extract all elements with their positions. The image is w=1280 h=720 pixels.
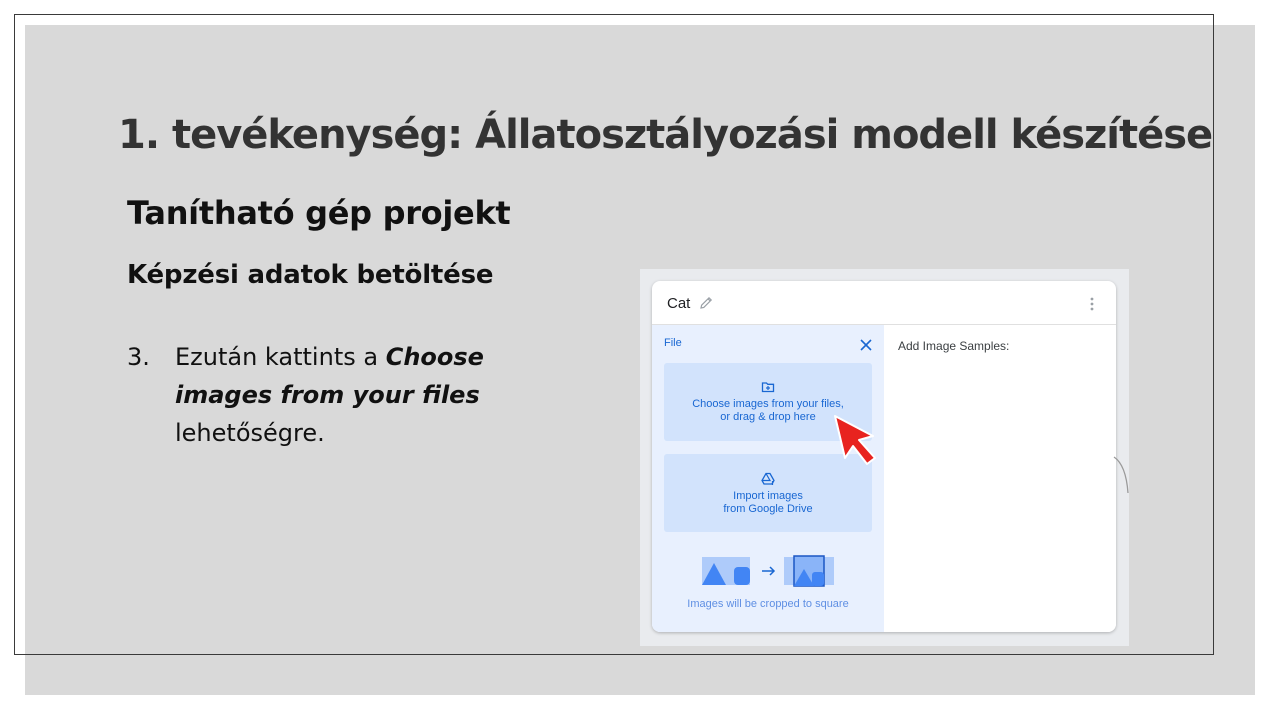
image-samples-pane: Add Image Samples: (884, 325, 1116, 632)
slide-subtitle: Tanítható gép projekt (127, 194, 511, 232)
pencil-icon[interactable] (698, 295, 714, 311)
folder-upload-icon (761, 382, 775, 393)
step-number: 3. (127, 343, 150, 371)
step-text-after: lehetőségre. (175, 419, 325, 447)
crop-caption: Images will be cropped to square (687, 598, 849, 610)
class-card-header: Cat (652, 281, 1116, 325)
choose-images-line1: Choose images from your files, (692, 398, 844, 410)
close-icon[interactable] (860, 339, 872, 351)
kebab-menu-icon[interactable] (1088, 296, 1096, 312)
red-pointer-arrow-icon (834, 415, 876, 465)
file-label: File (664, 337, 682, 349)
crop-to-square-illustration (702, 555, 834, 587)
google-drive-icon (761, 472, 775, 485)
step-text-before: Ezután kattints a (175, 343, 386, 371)
slide-title: 1. tevékenység: Állatosztályozási modell… (118, 112, 1213, 158)
add-image-samples-label: Add Image Samples: (898, 339, 1010, 353)
class-name[interactable]: Cat (667, 295, 690, 312)
section-heading: Képzési adatok betöltése (127, 260, 494, 290)
class-card: Cat File Choose images from your files, … (652, 281, 1116, 632)
step-text: Ezután kattints a Choose images from you… (175, 338, 555, 452)
embedded-screenshot: Cat File Choose images from your files, … (640, 269, 1129, 646)
import-drive-line1: Import images (733, 490, 803, 502)
import-drive-line2: from Google Drive (723, 503, 813, 515)
screenshot-edge-curve (1113, 456, 1129, 494)
upload-pane: File Choose images from your files, or d… (652, 325, 884, 632)
